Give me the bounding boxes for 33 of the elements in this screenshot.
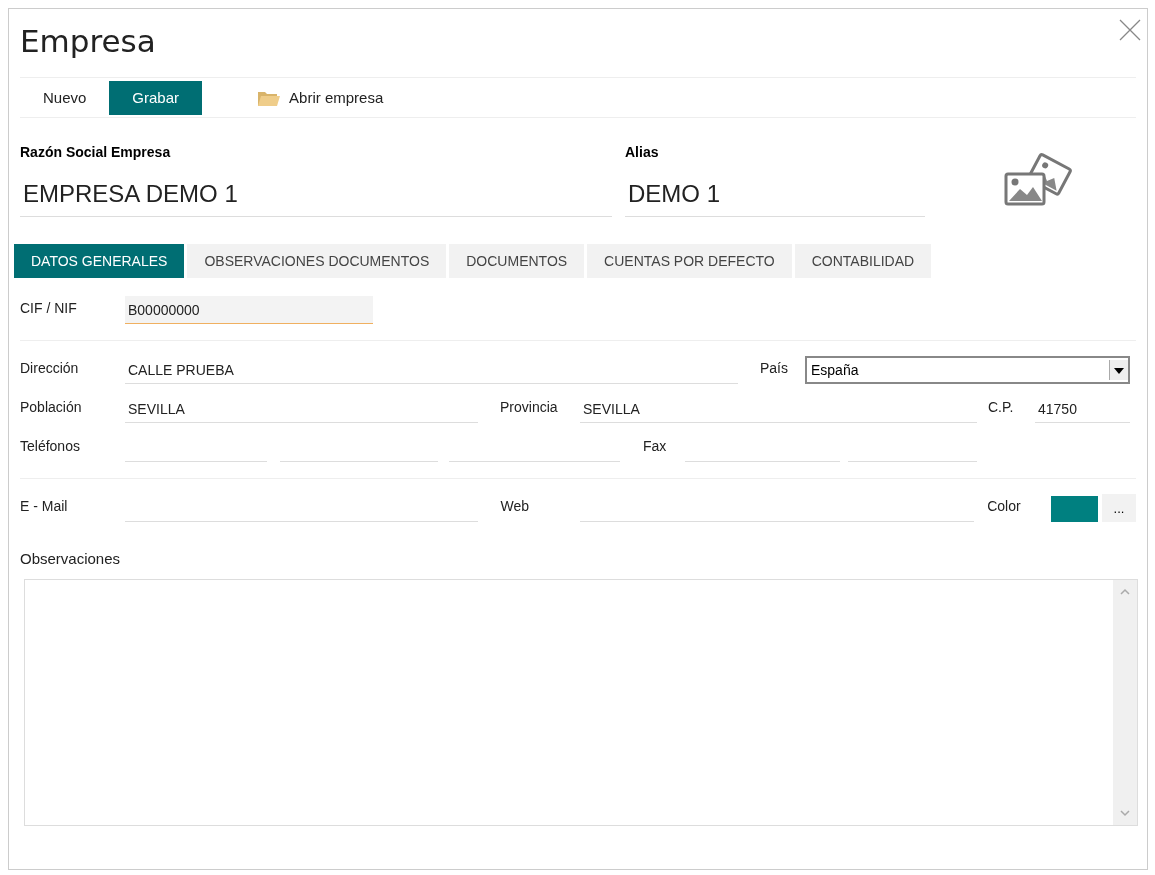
notes-field[interactable]: [24, 579, 1138, 826]
tab[interactable]: CUENTAS POR DEFECTO: [587, 244, 792, 278]
scroll-down-icon[interactable]: [1120, 809, 1130, 817]
close-icon[interactable]: [1119, 19, 1141, 41]
field-label: C.P.: [988, 399, 1015, 417]
cif-field[interactable]: B00000000: [125, 296, 373, 324]
field-label: Color: [987, 498, 1022, 516]
tab[interactable]: CONTABILIDAD: [794, 244, 932, 278]
field-label: Observaciones: [20, 550, 122, 567]
tab[interactable]: DOCUMENTOS: [449, 244, 585, 278]
scrollbar[interactable]: [1113, 580, 1137, 825]
scroll-up-icon[interactable]: [1120, 588, 1130, 596]
field-label: Población: [20, 399, 83, 417]
field-label: Alias: [625, 144, 660, 162]
field-label: Fax: [643, 438, 668, 456]
tab[interactable]: OBSERVACIONES DOCUMENTOS: [187, 244, 447, 278]
field-label: Teléfonos: [20, 438, 81, 456]
caret-icon: [1109, 360, 1128, 380]
toolbar-button[interactable]: Nuevo: [20, 80, 110, 115]
field-label: Provincia: [500, 399, 559, 417]
field-label: Web: [500, 498, 531, 516]
field-label: Dirección: [20, 360, 80, 378]
field-label: E - Mail: [20, 498, 69, 516]
tab[interactable]: DATOS GENERALES: [14, 244, 185, 278]
field-label: CIF / NIF: [20, 300, 78, 318]
field-label: País: [760, 360, 789, 378]
open-company-button[interactable]: Abrir empresa: [257, 88, 384, 107]
country-dropdown[interactable]: España: [805, 356, 1130, 384]
window-title: Empresa: [20, 23, 156, 61]
color-picker-button[interactable]: ...: [1102, 494, 1136, 522]
field-label: Razón Social Empresa: [20, 144, 172, 162]
color-swatch[interactable]: [1051, 496, 1098, 522]
toolbar-button[interactable]: Grabar: [109, 80, 203, 115]
